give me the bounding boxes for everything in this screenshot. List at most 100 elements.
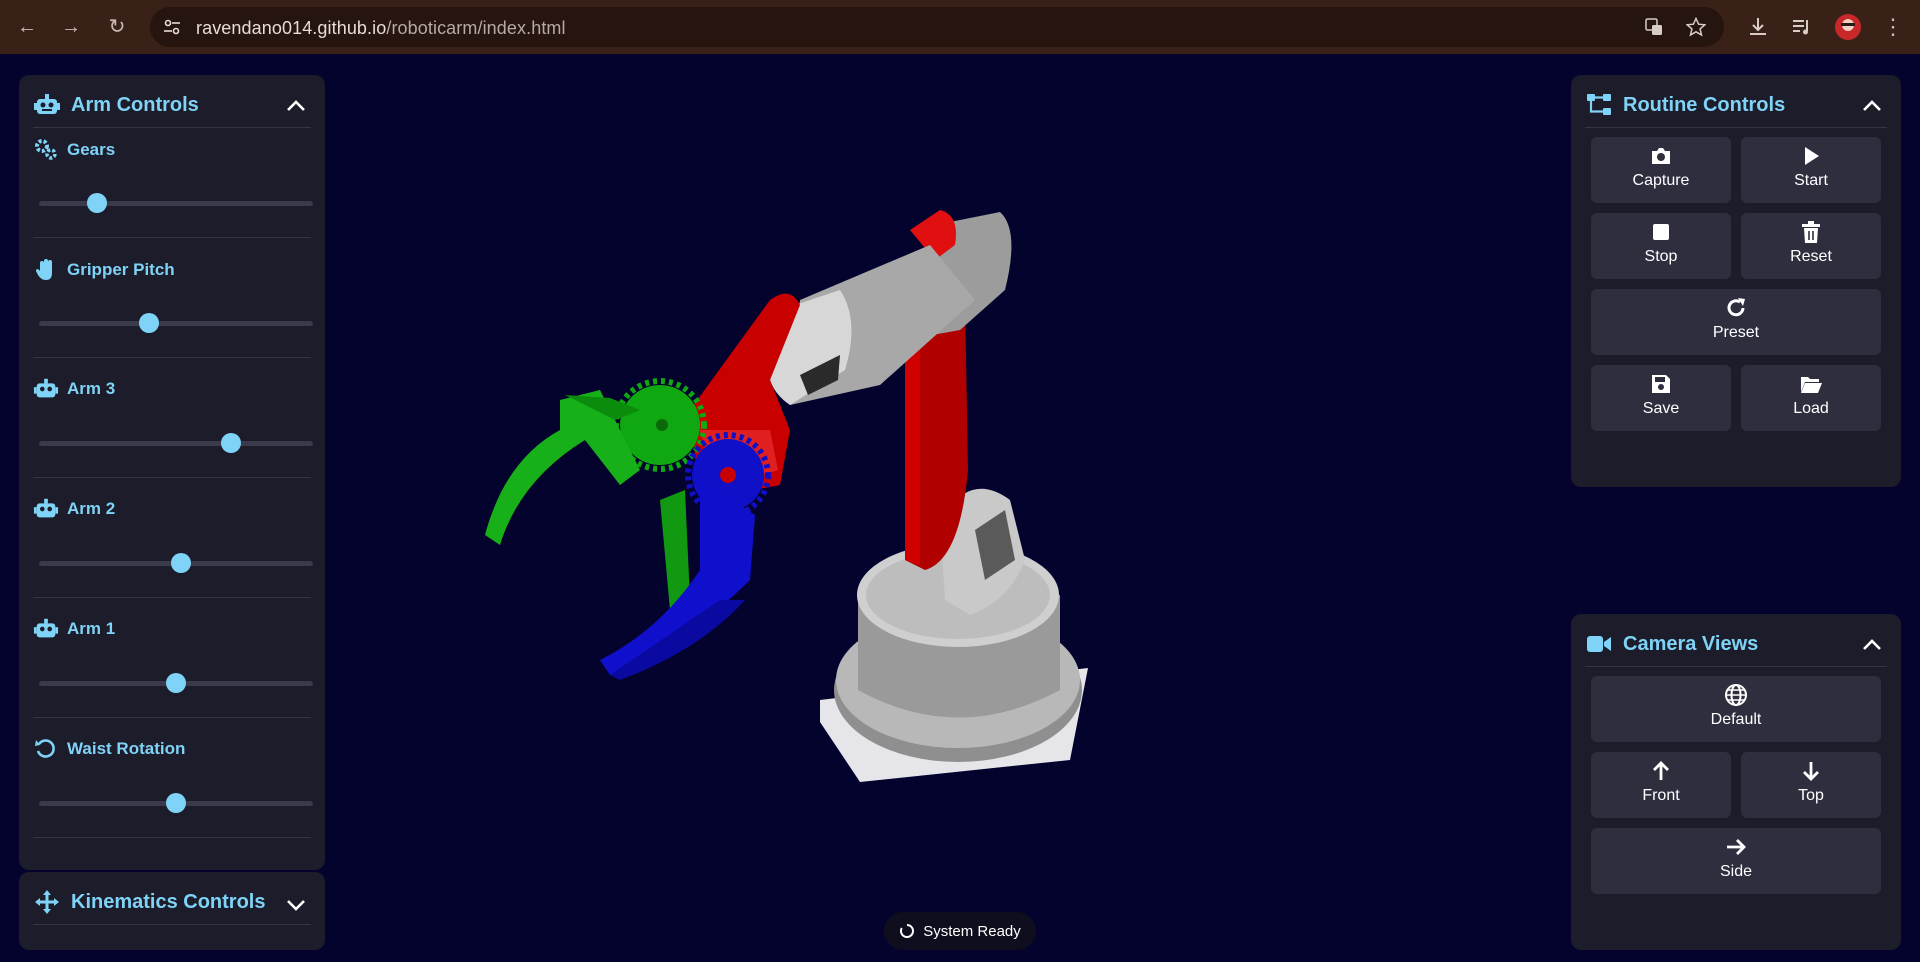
spinner-icon [900,924,915,938]
translate-icon[interactable] [1644,17,1664,37]
media-controls-icon[interactable] [1790,15,1814,39]
slider-thumb[interactable] [166,673,186,693]
chevron-up-icon[interactable] [285,95,307,117]
back-button[interactable]: ← [12,12,42,42]
gears-slider[interactable] [39,193,313,213]
kinematics-controls-title: Kinematics Controls [71,890,266,913]
rotate-icon [35,739,55,758]
waist-rotation-label-text: Waist Rotation [67,739,186,758]
routine-controls-title: Routine Controls [1623,93,1786,116]
default-view-button[interactable]: Default [1591,676,1881,742]
robot-base [834,488,1082,762]
slider-thumb[interactable] [138,313,159,333]
arm-1-slider[interactable] [39,673,313,693]
chevron-up-icon[interactable] [1861,634,1883,656]
gripper-pitch-label-text: Gripper Pitch [67,260,175,279]
top-view-button[interactable]: Top [1741,752,1881,818]
play-icon [1805,147,1819,165]
save-button[interactable]: Save [1591,365,1731,431]
profile-avatar-icon[interactable] [1834,13,1862,41]
slider-thumb[interactable] [171,553,192,573]
waist-rotation-label: Waist Rotation [33,736,185,762]
site-info-icon[interactable] [162,17,182,37]
forward-button[interactable]: → [56,12,86,42]
slider-track [39,441,313,446]
chevron-up-icon[interactable] [1861,95,1883,117]
camera-views-panel: Camera Views Default Front Top Side [1571,614,1901,950]
robot-3d-viewport[interactable] [330,60,1570,900]
arm-controls-header[interactable]: Arm Controls [33,91,199,119]
front-view-label: Front [1642,787,1680,804]
slider-thumb[interactable] [220,433,241,453]
address-bar[interactable]: ravendano014.github.io/roboticarm/index.… [150,7,1724,47]
reset-label: Reset [1790,248,1832,265]
browser-toolbar: ← → ↻ ravendano014.github.io/roboticarm/… [0,0,1920,54]
kinematics-controls-header[interactable]: Kinematics Controls [33,888,265,916]
robot-icon [33,498,59,518]
browser-menu-icon[interactable]: ⋮ [1878,12,1908,42]
front-view-button[interactable]: Front [1591,752,1731,818]
robot-icon [33,618,59,638]
bookmark-star-icon[interactable] [1686,17,1706,37]
load-button[interactable]: Load [1741,365,1881,431]
arm-2-label-text: Arm 2 [67,499,116,518]
preset-button[interactable]: Preset [1591,289,1881,355]
arm-3-label: Arm 3 [33,376,115,402]
download-icon[interactable] [1746,15,1770,39]
divider [1585,127,1887,128]
globe-icon [1725,684,1747,706]
divider [33,717,311,718]
url-text[interactable]: ravendano014.github.io/roboticarm/index.… [196,18,566,39]
slider-thumb[interactable] [86,193,107,213]
gears-icon [35,139,57,160]
robot-icon [34,94,60,114]
stop-button[interactable]: Stop [1591,213,1731,279]
divider [33,237,311,238]
side-view-button[interactable]: Side [1591,828,1881,894]
slider-track [39,321,313,326]
divider [33,127,311,128]
redo-icon [1727,298,1745,317]
stop-label: Stop [1644,248,1678,265]
url-host: ravendano014.github.io [196,18,387,38]
folder-open-icon [1801,377,1822,393]
hand-icon [36,259,52,280]
camera-views-title: Camera Views [1623,632,1759,655]
status-text: System Ready [923,922,1021,940]
arrow-down-icon [1803,762,1819,781]
save-label: Save [1642,400,1680,417]
url-path: /roboticarm/index.html [386,18,566,38]
robot-arm-2 [767,210,1012,405]
reload-button[interactable]: ↻ [102,12,132,42]
capture-button[interactable]: Capture [1591,137,1731,203]
routine-controls-header[interactable]: Routine Controls [1585,91,1785,119]
gripper-pitch-slider[interactable] [39,313,313,333]
reset-button[interactable]: Reset [1741,213,1881,279]
arm-3-slider[interactable] [39,433,313,453]
stop-icon [1653,224,1669,240]
arm-2-slider[interactable] [39,553,313,573]
start-button[interactable]: Start [1741,137,1881,203]
arm-3-label-text: Arm 3 [67,379,116,398]
default-view-label: Default [1710,711,1762,728]
routine-controls-panel: Routine Controls Capture Start Stop Rese… [1571,75,1901,487]
slider-track [39,201,313,206]
arrow-right-icon [1727,839,1746,855]
video-camera-icon [1587,636,1611,652]
camera-views-header[interactable]: Camera Views [1585,630,1758,658]
gripper-pitch-label: Gripper Pitch [33,257,175,283]
robot-icon [33,378,59,398]
kinematics-controls-panel: Kinematics Controls [19,872,325,950]
arm-controls-title: Arm Controls [71,93,199,116]
waist-rotation-slider[interactable] [39,793,313,813]
trash-icon [1802,221,1820,243]
arm-1-label-text: Arm 1 [67,619,116,638]
gears-label: Gears [33,137,115,163]
capture-label: Capture [1632,172,1690,189]
side-view-label: Side [1719,863,1753,880]
arm-2-label: Arm 2 [33,496,115,522]
slider-thumb[interactable] [166,793,186,813]
status-badge: System Ready [884,912,1036,950]
chevron-down-icon[interactable] [285,894,307,916]
arrows-move-icon [35,890,59,914]
